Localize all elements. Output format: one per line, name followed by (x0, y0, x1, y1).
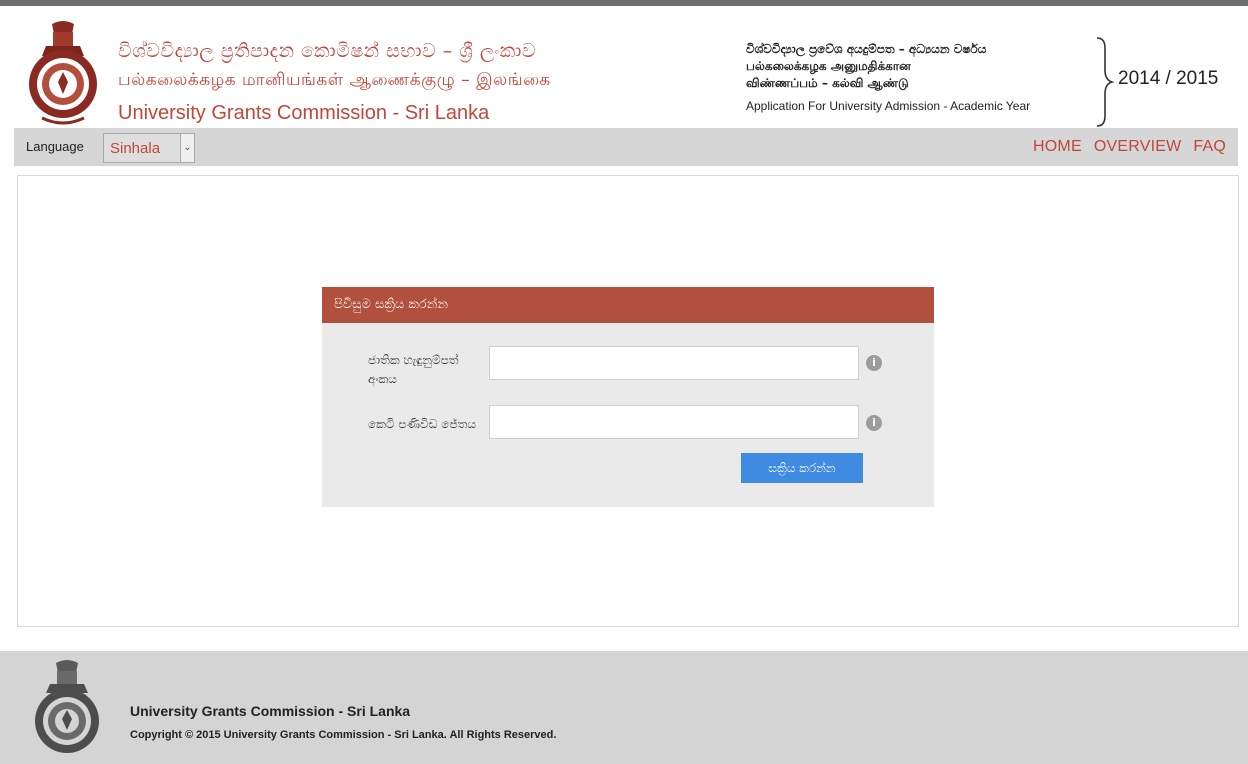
chevron-down-icon[interactable]: ⌄ (180, 134, 194, 162)
nav-links: HOME OVERVIEW FAQ (1033, 138, 1226, 156)
login-card: පිවිසුම සක්‍රිය කරන්න ජාතික හැඳුනුම්පත් … (322, 287, 934, 507)
org-name-tamil: பல்கலைக்கழக மானியங்கள் ஆணைக்குழு – இலங்க… (118, 70, 551, 90)
org-name-sinhala: විශ්වවිද්‍යාල ප්‍රතිපාදන කොමිෂන් සභාව – … (118, 40, 537, 62)
language-select[interactable]: Sinhala ⌄ (103, 133, 195, 163)
main-content: පිවිසුම සක්‍රිය කරන්න ජාතික හැඳුනුම්පත් … (17, 175, 1239, 627)
language-label: Language (26, 139, 84, 154)
info-icon[interactable]: i (866, 355, 882, 371)
academic-year: 2014 / 2015 (1118, 68, 1219, 89)
nic-label: ජාතික හැඳුනුම්පත් අංකය (368, 353, 459, 386)
nav-link-home[interactable]: HOME (1033, 138, 1082, 156)
index-input[interactable] (489, 405, 859, 439)
application-title: විශ්වවිද්‍යාල ප්‍රවේශ අයදුම්පත – අධ්‍යයන… (746, 40, 1086, 116)
info-icon[interactable]: i (866, 415, 882, 431)
ugc-emblem-logo (29, 21, 97, 125)
nic-input[interactable] (489, 346, 859, 380)
footer-title: University Grants Commission - Sri Lanka (130, 703, 411, 719)
app-title-english: Application For University Admission - A… (746, 99, 1031, 113)
app-title-sinhala: විශ්වවිද්‍යාල ප්‍රවේශ අයදුම්පත – අධ්‍යයන… (746, 42, 987, 56)
language-selected-value: Sinhala (110, 140, 161, 157)
nav-bar: Language Sinhala ⌄ HOME OVERVIEW FAQ (14, 128, 1238, 166)
nav-link-overview[interactable]: OVERVIEW (1094, 138, 1182, 156)
footer-copyright: Copyright © 2015 University Grants Commi… (130, 729, 557, 741)
activate-button[interactable]: සක්‍රිය කරන්න (741, 453, 863, 483)
footer-emblem-logo (35, 660, 99, 753)
org-name-english: University Grants Commission - Sri Lanka (118, 102, 490, 124)
login-card-title: පිවිසුම සක්‍රිය කරන්න (322, 287, 934, 323)
organization-names: විශ්වවිද්‍යාල ප්‍රතිපාදන කොමිෂන් සභාව – … (118, 36, 551, 128)
app-title-tamil-line1: பல்கலைக்கழக அனுமதிக்கான (746, 59, 911, 73)
app-title-tamil-line2: விண்ணப்பம் – கல்வி ஆண்டு (746, 76, 909, 90)
site-header: විශ්වවිද්‍යාල ප්‍රතිපාදන කොමිෂන් සභාව – … (0, 6, 1248, 128)
index-label: කෙටි පණිවිඩ ජේතය (368, 417, 476, 431)
nav-link-faq[interactable]: FAQ (1193, 138, 1226, 156)
site-footer: University Grants Commission - Sri Lanka… (0, 651, 1248, 764)
brace-divider (1096, 37, 1114, 127)
